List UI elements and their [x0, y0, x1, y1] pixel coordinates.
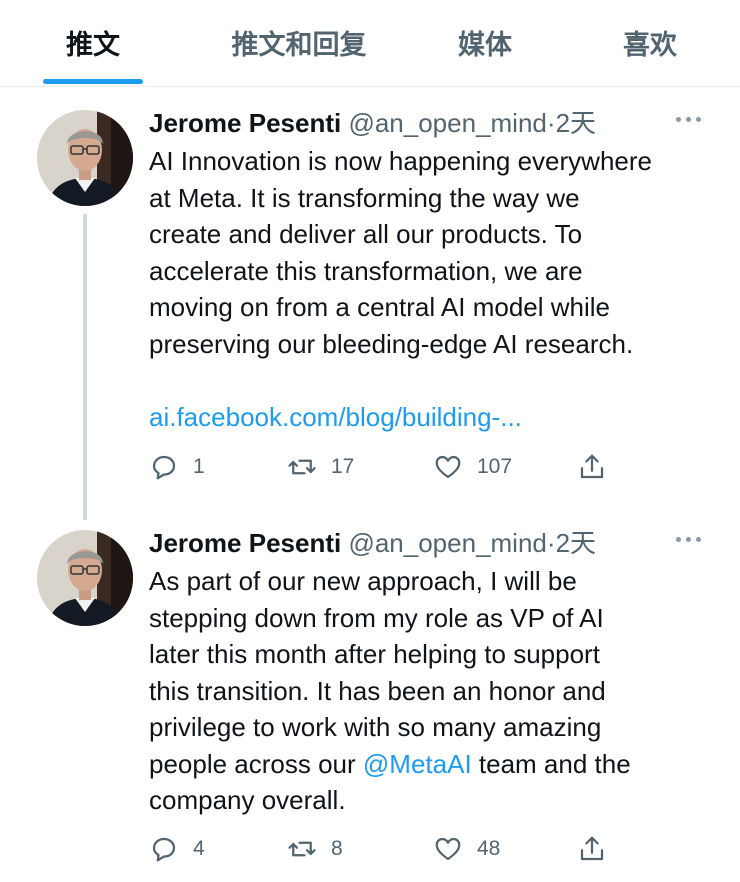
- retweet-button[interactable]: 8: [287, 831, 343, 867]
- active-tab-indicator: [43, 79, 143, 84]
- retweet-icon: [288, 841, 316, 857]
- tweet-actions: 1 17 107: [149, 449, 629, 485]
- author-name[interactable]: Jerome Pesenti: [149, 528, 341, 558]
- tweet-text-line: stepping down from my role as VP of AI: [149, 602, 604, 633]
- tweet-text-line: later this month after helping to suppor…: [149, 639, 600, 669]
- reply-button[interactable]: 4: [149, 831, 205, 867]
- avatar[interactable]: [37, 530, 133, 626]
- tweet-text-line: moving on from a central AI model while: [149, 292, 610, 322]
- tweet-time[interactable]: 2天: [556, 108, 596, 138]
- author-handle[interactable]: @an_open_mind: [348, 528, 546, 558]
- tweet-text-line: AI Innovation is now happening everywher…: [149, 146, 652, 176]
- tweet-text-line: privilege to work with so many amazing: [149, 712, 602, 742]
- share-button[interactable]: [577, 831, 621, 867]
- like-button[interactable]: 107: [433, 449, 512, 485]
- tab-tweets-and-replies[interactable]: 推文和回复: [214, 0, 384, 86]
- tab-media[interactable]: 媒体: [435, 0, 535, 86]
- reply-icon: [152, 455, 176, 480]
- tweet-text-line: As part of our new approach, I will be: [149, 566, 577, 596]
- like-count: 48: [477, 837, 501, 860]
- retweet-count: 8: [331, 837, 343, 860]
- tweet[interactable]: Jerome Pesenti @an_open_mind·2天 As part …: [0, 527, 740, 882]
- profile-tabs: 推文 推文和回复 媒体 喜欢: [0, 0, 740, 87]
- tweet-text: AI Innovation is now happening everywher…: [149, 143, 709, 362]
- share-button[interactable]: [577, 449, 621, 485]
- share-icon: [580, 454, 604, 479]
- more-icon[interactable]: [676, 117, 702, 125]
- tweet-text-segment: team and the: [471, 748, 631, 779]
- author-name[interactable]: Jerome Pesenti: [149, 108, 341, 138]
- heart-icon: [435, 455, 461, 479]
- tweet-text-line: this transition. It has been an honor an…: [149, 675, 606, 706]
- retweet-icon: [288, 459, 316, 475]
- heart-icon: [435, 837, 461, 861]
- tweet-text-segment: people across our: [149, 748, 363, 779]
- tab-tweets[interactable]: 推文: [43, 0, 143, 86]
- tweet-link[interactable]: ai.facebook.com/blog/building-...: [149, 401, 522, 433]
- tweet-header: Jerome Pesenti @an_open_mind·2天: [149, 527, 596, 559]
- share-icon: [580, 836, 604, 861]
- reply-count: 4: [193, 837, 205, 860]
- like-count: 107: [477, 455, 513, 478]
- reply-button[interactable]: 1: [149, 449, 205, 485]
- separator-dot: ·: [546, 108, 556, 138]
- tweet-text-line: accelerate this transformation, we are: [149, 255, 583, 286]
- tab-likes[interactable]: 喜欢: [600, 0, 700, 86]
- tweet-text-line: company overall.: [149, 785, 346, 815]
- like-button[interactable]: 48: [433, 831, 500, 867]
- tweet-text: As part of our new approach, I will be s…: [149, 563, 709, 819]
- avatar[interactable]: [37, 110, 133, 206]
- reply-icon: [152, 837, 176, 862]
- tweet-header: Jerome Pesenti @an_open_mind·2天: [149, 107, 596, 139]
- tweet-time[interactable]: 2天: [556, 528, 596, 558]
- more-icon[interactable]: [676, 537, 702, 545]
- retweet-button[interactable]: 17: [287, 449, 354, 485]
- tweet-text-line: create and deliver all our products. To: [149, 219, 583, 249]
- author-handle[interactable]: @an_open_mind: [348, 108, 546, 138]
- tweet-text-line: preserving our bleeding-edge AI research…: [149, 328, 634, 359]
- tweet-actions: 4 8 48: [149, 831, 629, 867]
- tweet-text-line: at Meta. It is transforming the way we: [149, 182, 580, 213]
- tweet-text-line: people across our @MetaAI team and the: [149, 746, 709, 783]
- retweet-count: 17: [331, 455, 355, 478]
- mention-link[interactable]: @MetaAI: [363, 749, 472, 779]
- separator-dot: ·: [546, 528, 556, 558]
- reply-count: 1: [193, 455, 205, 478]
- tweet[interactable]: Jerome Pesenti @an_open_mind·2天 AI Innov…: [0, 107, 740, 507]
